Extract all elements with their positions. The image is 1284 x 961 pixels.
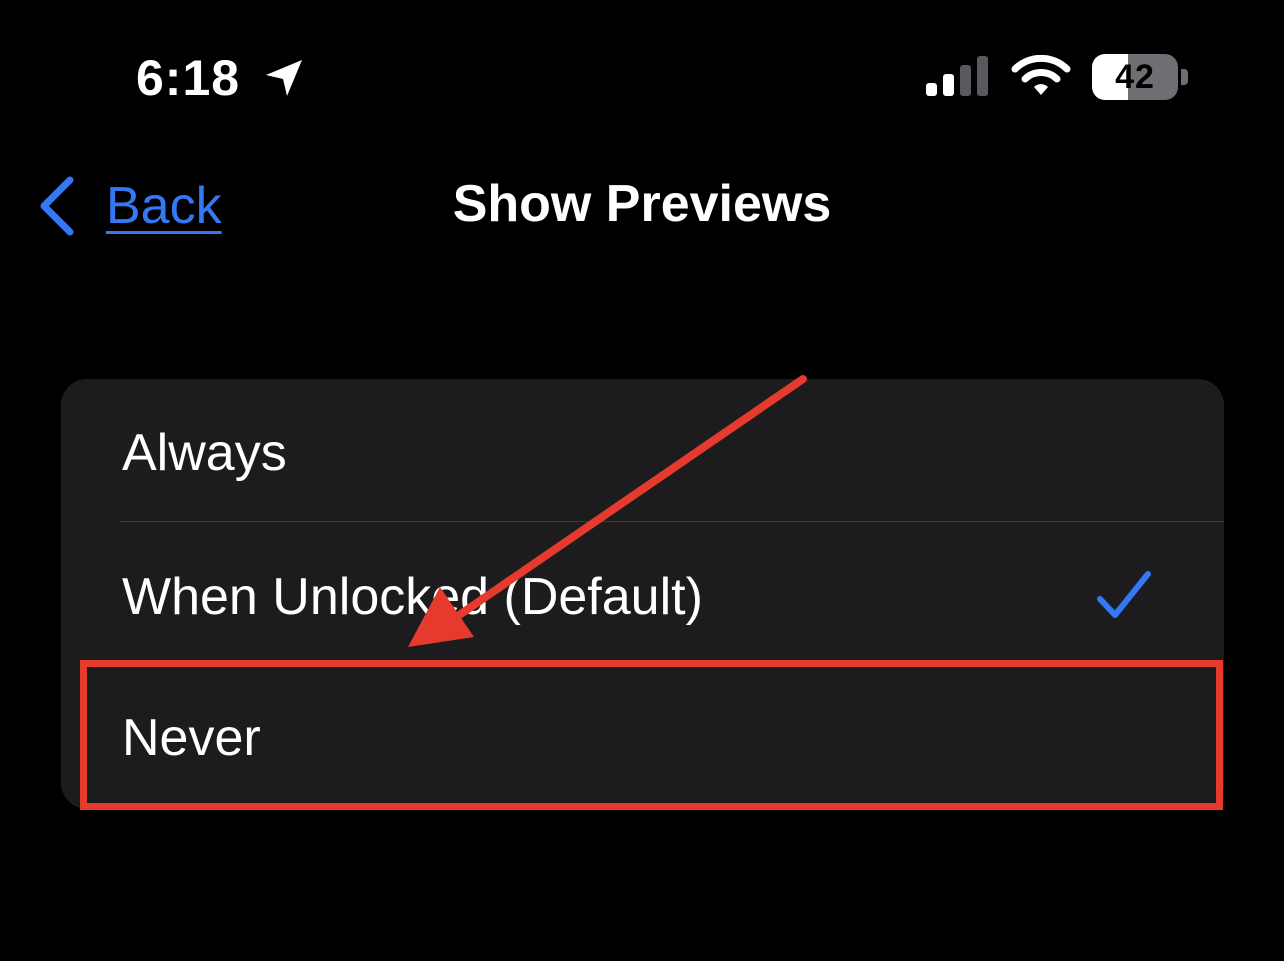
page-title: Show Previews	[452, 175, 832, 233]
battery-icon: 42	[1092, 54, 1190, 100]
checkmark-icon	[1097, 571, 1151, 618]
screen: 6:18 42 Back Show Previews Always When U…	[0, 0, 1284, 961]
cellular-signal-icon	[926, 56, 988, 96]
location-arrow-icon	[266, 60, 302, 96]
wifi-icon	[1011, 55, 1071, 95]
option-when-unlocked[interactable]: When Unlocked (Default)	[61, 521, 1224, 666]
option-never[interactable]: Never	[61, 666, 1224, 809]
option-always-label: Always	[122, 424, 287, 482]
option-never-label: Never	[122, 709, 261, 767]
option-always[interactable]: Always	[61, 379, 1224, 521]
battery-percent: 42	[1115, 58, 1155, 96]
option-when-unlocked-label: When Unlocked (Default)	[122, 568, 703, 626]
battery-body: 42	[1092, 54, 1178, 100]
status-time: 6:18	[136, 50, 241, 106]
battery-nub	[1181, 69, 1188, 85]
options-list: Always When Unlocked (Default) Never	[61, 379, 1224, 809]
